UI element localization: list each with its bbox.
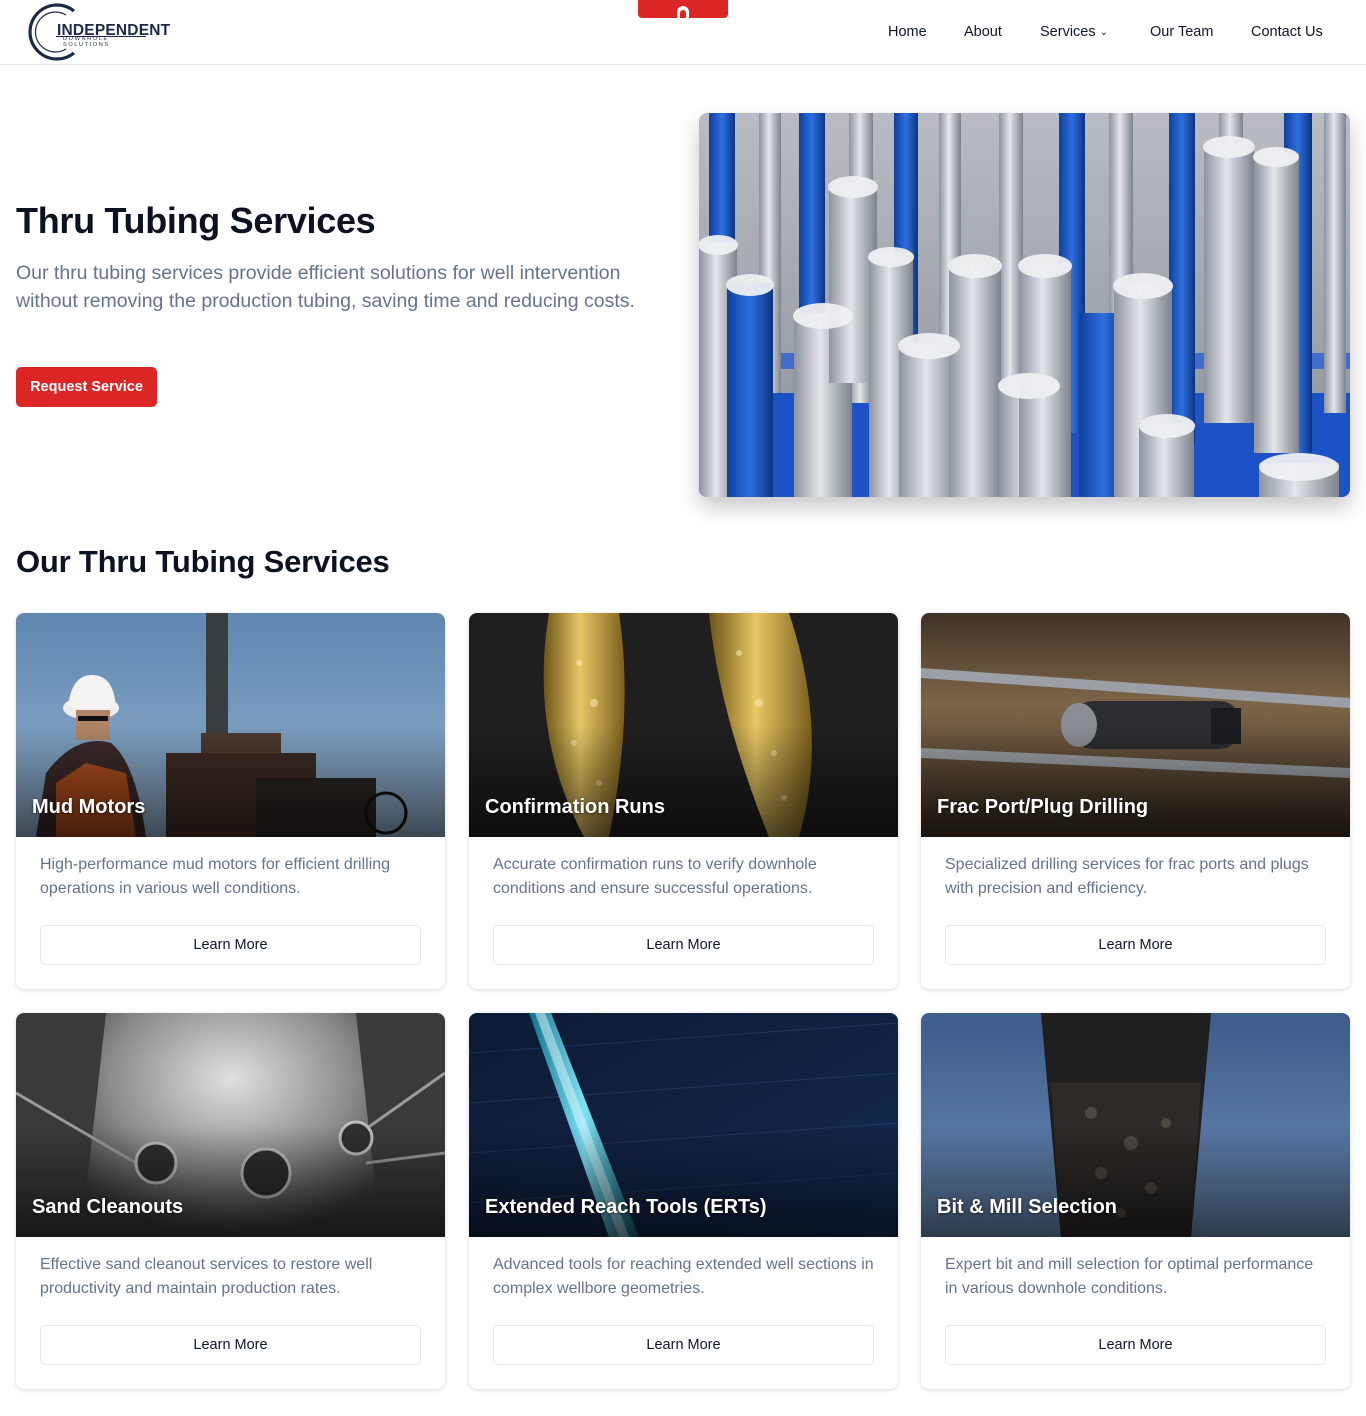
- card-title: Sand Cleanouts: [32, 1196, 184, 1218]
- hero-description: Our thru tubing services provide efficie…: [16, 262, 635, 312]
- service-card-confirmation-runs: Confirmation Runs Accurate confirmation …: [469, 613, 898, 989]
- nav-home[interactable]: Home: [888, 24, 927, 42]
- card-description: Advanced tools for reaching extended wel…: [493, 1256, 874, 1297]
- services-section-title: Our Thru Tubing Services: [16, 544, 390, 579]
- hero-image-drill-bits: [699, 113, 1350, 497]
- card-title: Confirmation Runs: [485, 796, 665, 818]
- logo-tagline: DOWNHOLE SOLUTIONS: [63, 36, 110, 48]
- service-card-extended-reach-tools: Extended Reach Tools (ERTs) Advanced too…: [469, 1013, 898, 1389]
- request-service-button[interactable]: Request Service: [16, 367, 157, 407]
- arch-icon: [677, 6, 689, 18]
- hero-title: Thru Tubing Services: [16, 200, 376, 241]
- learn-more-button[interactable]: Learn More: [945, 925, 1326, 965]
- chevron-down-icon: ⌄: [1099, 27, 1108, 38]
- card-title: Extended Reach Tools (ERTs): [485, 1196, 767, 1218]
- company-logo[interactable]: INDEPENDENT DOWNHOLE SOLUTIONS: [22, 3, 170, 61]
- card-title: Mud Motors: [32, 796, 146, 818]
- learn-more-button[interactable]: Learn More: [40, 1325, 421, 1365]
- nav-about[interactable]: About: [964, 24, 1002, 42]
- learn-more-button[interactable]: Learn More: [493, 1325, 874, 1365]
- card-title: Bit & Mill Selection: [937, 1196, 1118, 1218]
- card-description: Effective sand cleanout services to rest…: [40, 1256, 373, 1297]
- card-description: Specialized drilling services for frac p…: [945, 856, 1309, 897]
- service-card-frac-port-plug-drilling: Frac Port/Plug Drilling Specialized dril…: [921, 613, 1350, 989]
- nav-services[interactable]: Services ⌄: [1040, 24, 1108, 42]
- site-header: INDEPENDENT DOWNHOLE SOLUTIONS Home Abou…: [0, 0, 1366, 65]
- service-card-mud-motors: Mud Motors High-performance mud motors f…: [16, 613, 445, 989]
- learn-more-button[interactable]: Learn More: [945, 1325, 1326, 1365]
- card-description: High-performance mud motors for efficien…: [40, 856, 391, 897]
- learn-more-button[interactable]: Learn More: [40, 925, 421, 965]
- nav-services-label: Services: [1040, 24, 1096, 40]
- nav-contact-us[interactable]: Contact Us: [1251, 24, 1323, 42]
- card-title: Frac Port/Plug Drilling: [937, 796, 1149, 818]
- top-tab-button[interactable]: [638, 0, 728, 18]
- service-card-sand-cleanouts: Sand Cleanouts Effective sand cleanout s…: [16, 1013, 445, 1389]
- service-card-bit-mill-selection: Bit & Mill Selection Expert bit and mill…: [921, 1013, 1350, 1389]
- learn-more-button[interactable]: Learn More: [493, 925, 874, 965]
- card-description: Expert bit and mill selection for optima…: [945, 1256, 1314, 1297]
- card-description: Accurate confirmation runs to verify dow…: [493, 856, 817, 897]
- nav-our-team[interactable]: Our Team: [1150, 24, 1213, 42]
